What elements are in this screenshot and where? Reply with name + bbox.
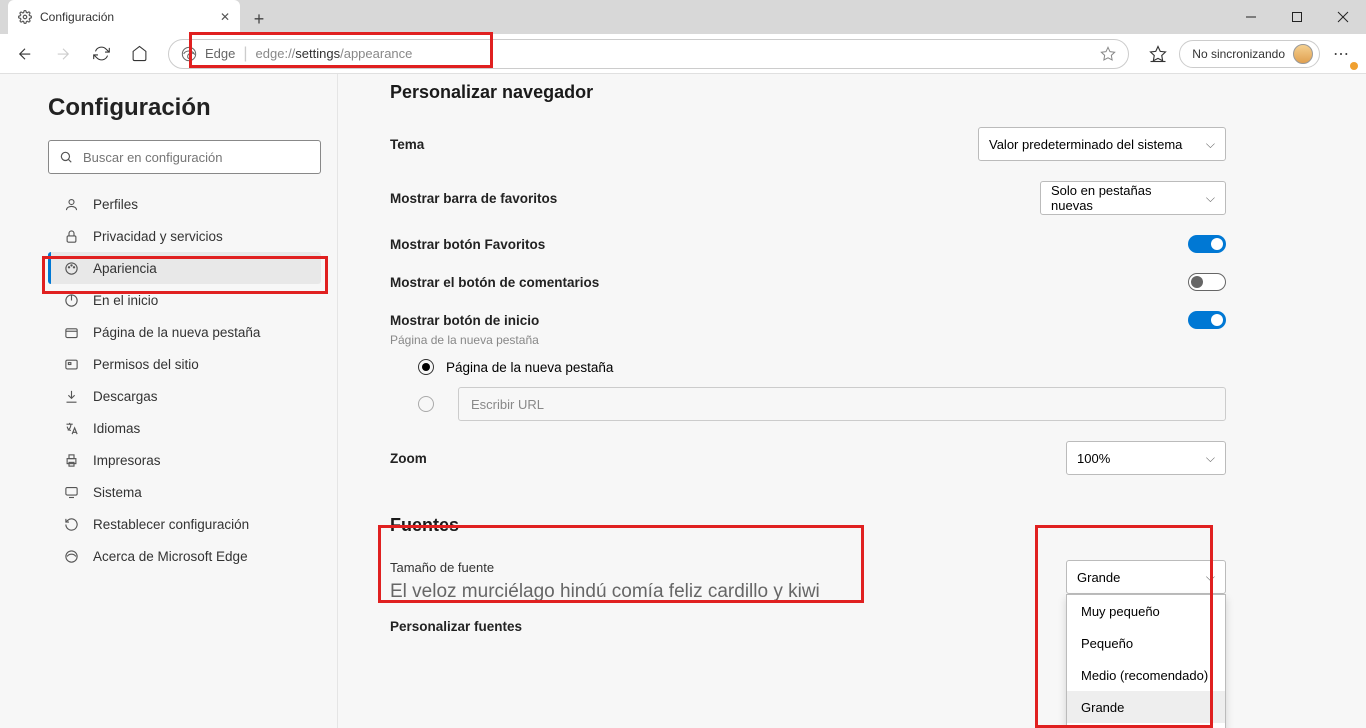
back-button[interactable] xyxy=(8,38,42,70)
chevron-down-icon: ⌵ xyxy=(1206,137,1215,152)
chevron-down-icon: ⌵ xyxy=(1206,191,1215,206)
sidebar-title: Configuración xyxy=(48,94,321,122)
addr-label: Edge xyxy=(205,46,235,61)
settings-main: Personalizar navegador Tema Valor predet… xyxy=(338,74,1366,728)
section-heading-fonts: Fuentes xyxy=(390,515,1226,536)
browser-tab[interactable]: Configuración ✕ xyxy=(8,0,240,34)
titlebar: Configuración ✕ + xyxy=(0,0,1366,34)
sidebar-item-permissions[interactable]: Permisos del sitio xyxy=(48,348,321,380)
lock-icon xyxy=(63,229,79,244)
addr-url: edge://settings/appearance xyxy=(256,46,413,61)
theme-label: Tema xyxy=(390,137,424,152)
language-icon xyxy=(63,421,79,436)
system-icon xyxy=(63,485,79,500)
person-icon xyxy=(63,197,79,212)
favorite-icon[interactable] xyxy=(1100,46,1116,62)
tab-title: Configuración xyxy=(40,10,114,24)
zoom-select[interactable]: 100%⌵ xyxy=(1066,441,1226,475)
sidebar-item-printers[interactable]: Impresoras xyxy=(48,444,321,476)
tab-icon xyxy=(63,325,79,340)
comments-toggle[interactable] xyxy=(1188,273,1226,291)
zoom-label: Zoom xyxy=(390,451,427,466)
new-tab-button[interactable]: + xyxy=(244,4,274,34)
gear-icon xyxy=(18,10,32,24)
customfonts-label: Personalizar fuentes xyxy=(390,619,522,634)
comments-label: Mostrar el botón de comentarios xyxy=(390,275,599,290)
dropdown-item[interactable]: Pequeño xyxy=(1067,627,1225,659)
home-url-input[interactable]: Escribir URL xyxy=(458,387,1226,421)
section-heading-customize: Personalizar navegador xyxy=(390,82,1226,103)
dropdown-item[interactable]: Grande xyxy=(1067,691,1225,723)
more-button[interactable]: ⋯ xyxy=(1324,38,1358,70)
power-icon xyxy=(63,293,79,308)
sidebar-item-appearance[interactable]: Apariencia xyxy=(48,252,321,284)
edge-icon xyxy=(63,549,79,564)
sidebar-item-languages[interactable]: Idiomas xyxy=(48,412,321,444)
palette-icon xyxy=(63,261,79,276)
chevron-down-icon: ⌵ xyxy=(1206,570,1215,585)
home-label: Mostrar botón de inicio xyxy=(390,313,539,328)
radio-unchecked-icon xyxy=(418,396,434,412)
search-icon xyxy=(59,150,73,164)
favbar-label: Mostrar barra de favoritos xyxy=(390,191,557,206)
dropdown-item[interactable]: Muy pequeño xyxy=(1067,595,1225,627)
fontsize-label: Tamaño de fuente xyxy=(390,560,820,575)
download-icon xyxy=(63,389,79,404)
minimize-button[interactable] xyxy=(1228,0,1274,34)
home-button[interactable] xyxy=(122,38,156,70)
sidebar-item-system[interactable]: Sistema xyxy=(48,476,321,508)
favbar-select[interactable]: Solo en pestañas nuevas⌵ xyxy=(1040,181,1226,215)
home-sublabel: Página de la nueva pestaña xyxy=(390,333,1226,347)
favbtn-label: Mostrar botón Favoritos xyxy=(390,237,545,252)
profile-sync-button[interactable]: No sincronizando xyxy=(1179,40,1320,68)
fontsize-preview: El veloz murciélago hindú comía feliz ca… xyxy=(390,581,820,603)
settings-sidebar: Configuración Perfiles Privacidad y serv… xyxy=(0,74,338,728)
sidebar-item-newtab[interactable]: Página de la nueva pestaña xyxy=(48,316,321,348)
sidebar-item-onstartup[interactable]: En el inicio xyxy=(48,284,321,316)
address-bar[interactable]: Edge | edge://settings/appearance xyxy=(168,39,1129,69)
home-toggle[interactable] xyxy=(1188,311,1226,329)
chevron-down-icon: ⌵ xyxy=(1206,451,1215,466)
settings-search[interactable] xyxy=(48,140,321,174)
dropdown-item[interactable]: Medio (recomendado) xyxy=(1067,659,1225,691)
radio-checked-icon xyxy=(418,359,434,375)
sidebar-item-privacy[interactable]: Privacidad y servicios xyxy=(48,220,321,252)
search-input[interactable] xyxy=(83,150,310,165)
forward-button[interactable] xyxy=(46,38,80,70)
favbtn-toggle[interactable] xyxy=(1188,235,1226,253)
shield-icon xyxy=(63,357,79,372)
fontsize-dropdown: Muy pequeño Pequeño Medio (recomendado) … xyxy=(1066,594,1226,728)
printer-icon xyxy=(63,453,79,468)
home-option-url[interactable]: Escribir URL xyxy=(418,387,1226,421)
sidebar-item-about[interactable]: Acerca de Microsoft Edge xyxy=(48,540,321,572)
sidebar-item-reset[interactable]: Restablecer configuración xyxy=(48,508,321,540)
avatar xyxy=(1293,44,1313,64)
close-window-button[interactable] xyxy=(1320,0,1366,34)
content: Configuración Perfiles Privacidad y serv… xyxy=(0,74,1366,728)
home-option-newtab[interactable]: Página de la nueva pestaña xyxy=(418,359,1226,375)
alert-dot-icon xyxy=(1350,62,1358,70)
sidebar-item-downloads[interactable]: Descargas xyxy=(48,380,321,412)
refresh-button[interactable] xyxy=(84,38,118,70)
toolbar: Edge | edge://settings/appearance No sin… xyxy=(0,34,1366,74)
favorites-button[interactable] xyxy=(1141,38,1175,70)
close-tab-icon[interactable]: ✕ xyxy=(220,10,230,24)
maximize-button[interactable] xyxy=(1274,0,1320,34)
sidebar-item-profiles[interactable]: Perfiles xyxy=(48,188,321,220)
dropdown-item[interactable]: Muy grande xyxy=(1067,723,1225,728)
theme-select[interactable]: Valor predeterminado del sistema⌵ xyxy=(978,127,1226,161)
edge-icon xyxy=(181,46,197,62)
reset-icon xyxy=(63,517,79,532)
sync-label: No sincronizando xyxy=(1192,47,1285,61)
fontsize-select[interactable]: Grande⌵ xyxy=(1066,560,1226,594)
window-controls xyxy=(1228,0,1366,34)
